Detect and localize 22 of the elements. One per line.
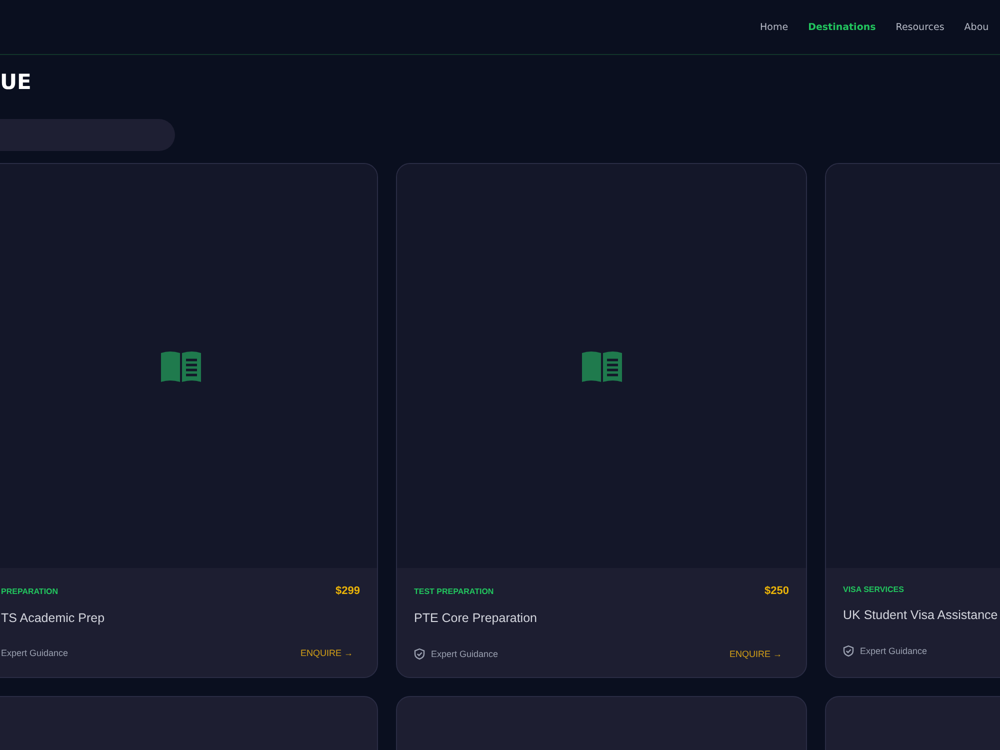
- nav-link[interactable]: Resources: [896, 22, 944, 32]
- feature-label: Expert Guidance: [431, 649, 498, 659]
- nav-link[interactable]: Abou: [964, 22, 989, 32]
- book-icon: [160, 350, 202, 382]
- category-label: VISA SERVICES: [843, 585, 904, 594]
- price: $299: [336, 585, 360, 597]
- card-title: PTE Core Preparation: [414, 611, 538, 625]
- page-heading: UE: [0, 69, 32, 95]
- enquire-link[interactable]: ENQUIRE →: [729, 649, 782, 659]
- price: $250: [764, 585, 789, 597]
- category-label: PREPARATION: [1, 586, 58, 596]
- category-label: TEST PREPARATION: [414, 586, 494, 596]
- card-title: TS Academic Prep: [1, 611, 106, 625]
- card-title: UK Student Visa Assistance: [843, 608, 999, 622]
- book-icon: [580, 350, 622, 382]
- shield-check-icon: [843, 645, 854, 657]
- nav-link[interactable]: Home: [760, 22, 788, 32]
- enquire-link[interactable]: ENQUIRE →: [300, 648, 353, 658]
- nav-link[interactable]: Destinations: [808, 22, 876, 32]
- feature-label: Expert Guidance: [1, 648, 68, 658]
- shield-check-icon: [414, 648, 425, 660]
- feature-label: Expert Guidance: [860, 646, 928, 656]
